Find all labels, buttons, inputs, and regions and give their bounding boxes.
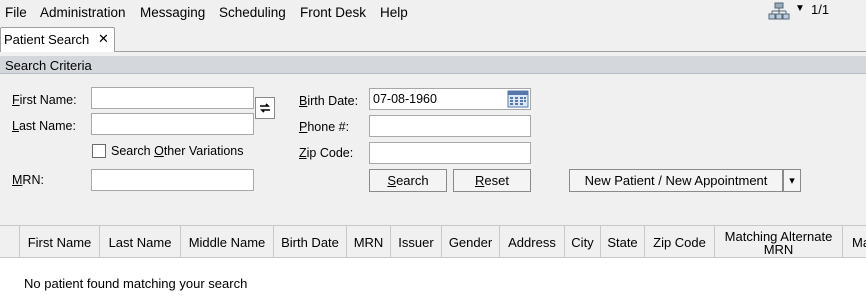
first-name-label: First Name: [12,93,77,107]
swap-icon [260,103,270,113]
section-header: Search Criteria [0,56,866,74]
menu-bar: File Administration Messaging Scheduling… [0,0,866,25]
menu-administration[interactable]: Administration [40,5,126,20]
search-variations-label[interactable]: Search Other Variations [111,144,244,158]
menu-file[interactable]: File [5,5,27,20]
column-header[interactable]: Last Name [100,226,181,259]
column-header[interactable]: Gender [442,226,500,259]
column-header[interactable]: First Name [20,226,100,259]
swap-names-button[interactable] [255,97,275,119]
first-name-input[interactable] [91,87,254,109]
tab-strip [0,25,866,52]
column-header[interactable]: State [601,226,645,259]
results-table-body: No patient found matching your search [0,258,866,300]
search-variations-checkbox[interactable] [92,144,106,158]
column-header[interactable]: MRN [347,226,391,259]
row-selector-header [0,226,20,259]
reset-button[interactable]: Reset [453,169,531,192]
column-header[interactable]: Birth Date [274,226,347,259]
birth-date-label: Birth Date: [299,94,359,108]
tab-label: Patient Search [4,32,90,47]
empty-results-message: No patient found matching your search [24,276,248,291]
chevron-down-icon[interactable]: ▼ [795,3,805,14]
page-indicator: 1/1 [811,2,830,17]
menu-help[interactable]: Help [380,5,408,20]
chevron-down-icon: ▾ [789,175,795,187]
last-name-label: Last Name: [12,119,76,133]
new-patient-dropdown-button[interactable]: ▾ [783,169,801,192]
menu-scheduling[interactable]: Scheduling [219,5,286,20]
column-header[interactable]: Ma [843,226,866,259]
column-header[interactable]: City [565,226,601,259]
calendar-icon[interactable] [507,90,529,108]
last-name-input[interactable] [91,113,254,135]
column-header[interactable]: Matching Alternate MRN [715,226,843,259]
new-patient-appointment-button[interactable]: New Patient / New Appointment [569,169,783,192]
results-table-header: First Name Last Name Middle Name Birth D… [0,225,866,259]
phone-input[interactable] [369,115,531,137]
column-header[interactable]: Address [500,226,565,259]
column-header[interactable]: Issuer [391,226,442,259]
phone-label: Phone #: [299,120,350,134]
mrn-label: MRN: [12,173,44,187]
zip-code-label: Zip Code: [299,146,354,160]
search-button[interactable]: Search [369,169,447,192]
menu-front-desk[interactable]: Front Desk [300,5,366,20]
zip-code-input[interactable] [369,142,531,164]
network-icon[interactable] [768,2,790,20]
menu-messaging[interactable]: Messaging [140,5,205,20]
close-icon[interactable]: ✕ [98,31,109,47]
section-title: Search Criteria [5,58,92,73]
mrn-input[interactable] [91,169,254,191]
column-header[interactable]: Zip Code [645,226,715,259]
column-header[interactable]: Middle Name [181,226,274,259]
tab-patient-search[interactable]: Patient Search ✕ [0,27,115,52]
